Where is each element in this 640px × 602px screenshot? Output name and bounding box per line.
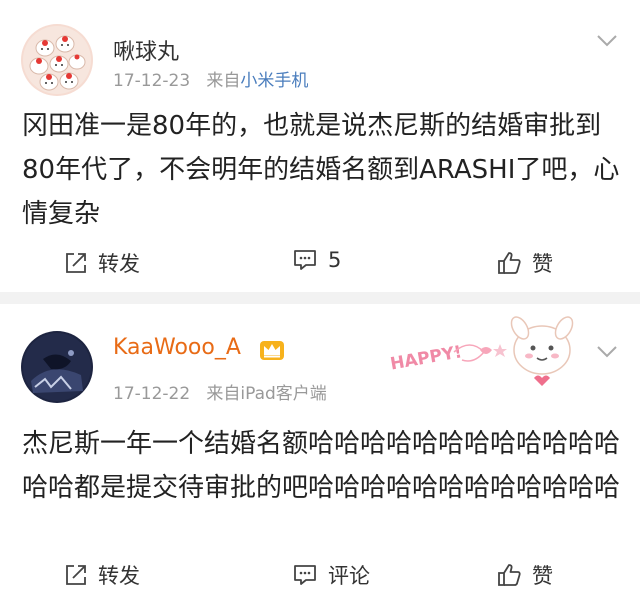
source-prefix: 来自 xyxy=(206,71,241,91)
repost-icon xyxy=(66,253,86,273)
repost-label: 转发 xyxy=(98,564,140,588)
sticker-text: HAPPY! xyxy=(389,342,464,374)
avatar-image xyxy=(21,24,93,96)
repost-button[interactable]: 转发 xyxy=(64,248,140,278)
vip-crown-icon xyxy=(260,341,284,360)
post-divider xyxy=(0,292,640,304)
source-link[interactable]: 小米手机 xyxy=(240,71,308,91)
comment-icon xyxy=(294,565,316,585)
username[interactable]: 啾球丸 xyxy=(113,34,179,66)
post-text: 杰尼斯一年一个结婚名额哈哈哈哈哈哈哈哈哈哈哈哈哈哈都是提交待审批的吧哈哈哈哈哈哈… xyxy=(22,429,621,503)
timestamp: 17-12-22 xyxy=(113,384,191,404)
post-meta: 17-12-22 来自iPad客户端 xyxy=(113,379,327,404)
happy-sticker: HAPPY! xyxy=(384,314,584,386)
chevron-down-icon[interactable] xyxy=(596,34,618,48)
weibo-post-2: KaaWooo_A HAPPY! 17-12-22 来自iPad客户端 杰尼斯一… xyxy=(0,304,640,602)
avatar[interactable] xyxy=(21,331,93,403)
comment-label: 评论 xyxy=(328,564,370,588)
like-button[interactable]: 赞 xyxy=(496,248,553,278)
like-button[interactable]: 赞 xyxy=(496,560,553,590)
repost-button[interactable]: 转发 xyxy=(64,560,140,590)
timestamp: 17-12-23 xyxy=(113,71,191,91)
avatar[interactable] xyxy=(21,24,93,96)
like-label: 赞 xyxy=(532,564,553,588)
thumbs-up-icon xyxy=(498,564,521,586)
like-label: 赞 xyxy=(532,252,553,276)
comment-button[interactable]: 5 xyxy=(292,248,341,272)
username[interactable]: KaaWooo_A xyxy=(113,335,241,360)
repost-label: 转发 xyxy=(98,252,140,276)
repost-icon xyxy=(66,565,86,585)
source-prefix: 来自 xyxy=(206,384,241,404)
comment-count: 5 xyxy=(328,248,342,272)
source-link[interactable]: iPad客户端 xyxy=(240,384,326,404)
chevron-down-icon[interactable] xyxy=(596,345,618,359)
weibo-post-1: 啾球丸 17-12-23 来自小米手机 冈田准一是80年的，也就是说杰尼斯的结婚… xyxy=(0,0,640,292)
post-meta: 17-12-23 来自小米手机 xyxy=(113,66,308,91)
comment-button[interactable]: 评论 xyxy=(292,560,370,590)
comment-icon xyxy=(294,250,316,270)
thumbs-up-icon xyxy=(498,252,521,274)
post-text: 冈田准一是80年的，也就是说杰尼斯的结婚审批到80年代了，不会明年的结婚名额到A… xyxy=(22,111,620,229)
avatar-image xyxy=(21,331,93,403)
